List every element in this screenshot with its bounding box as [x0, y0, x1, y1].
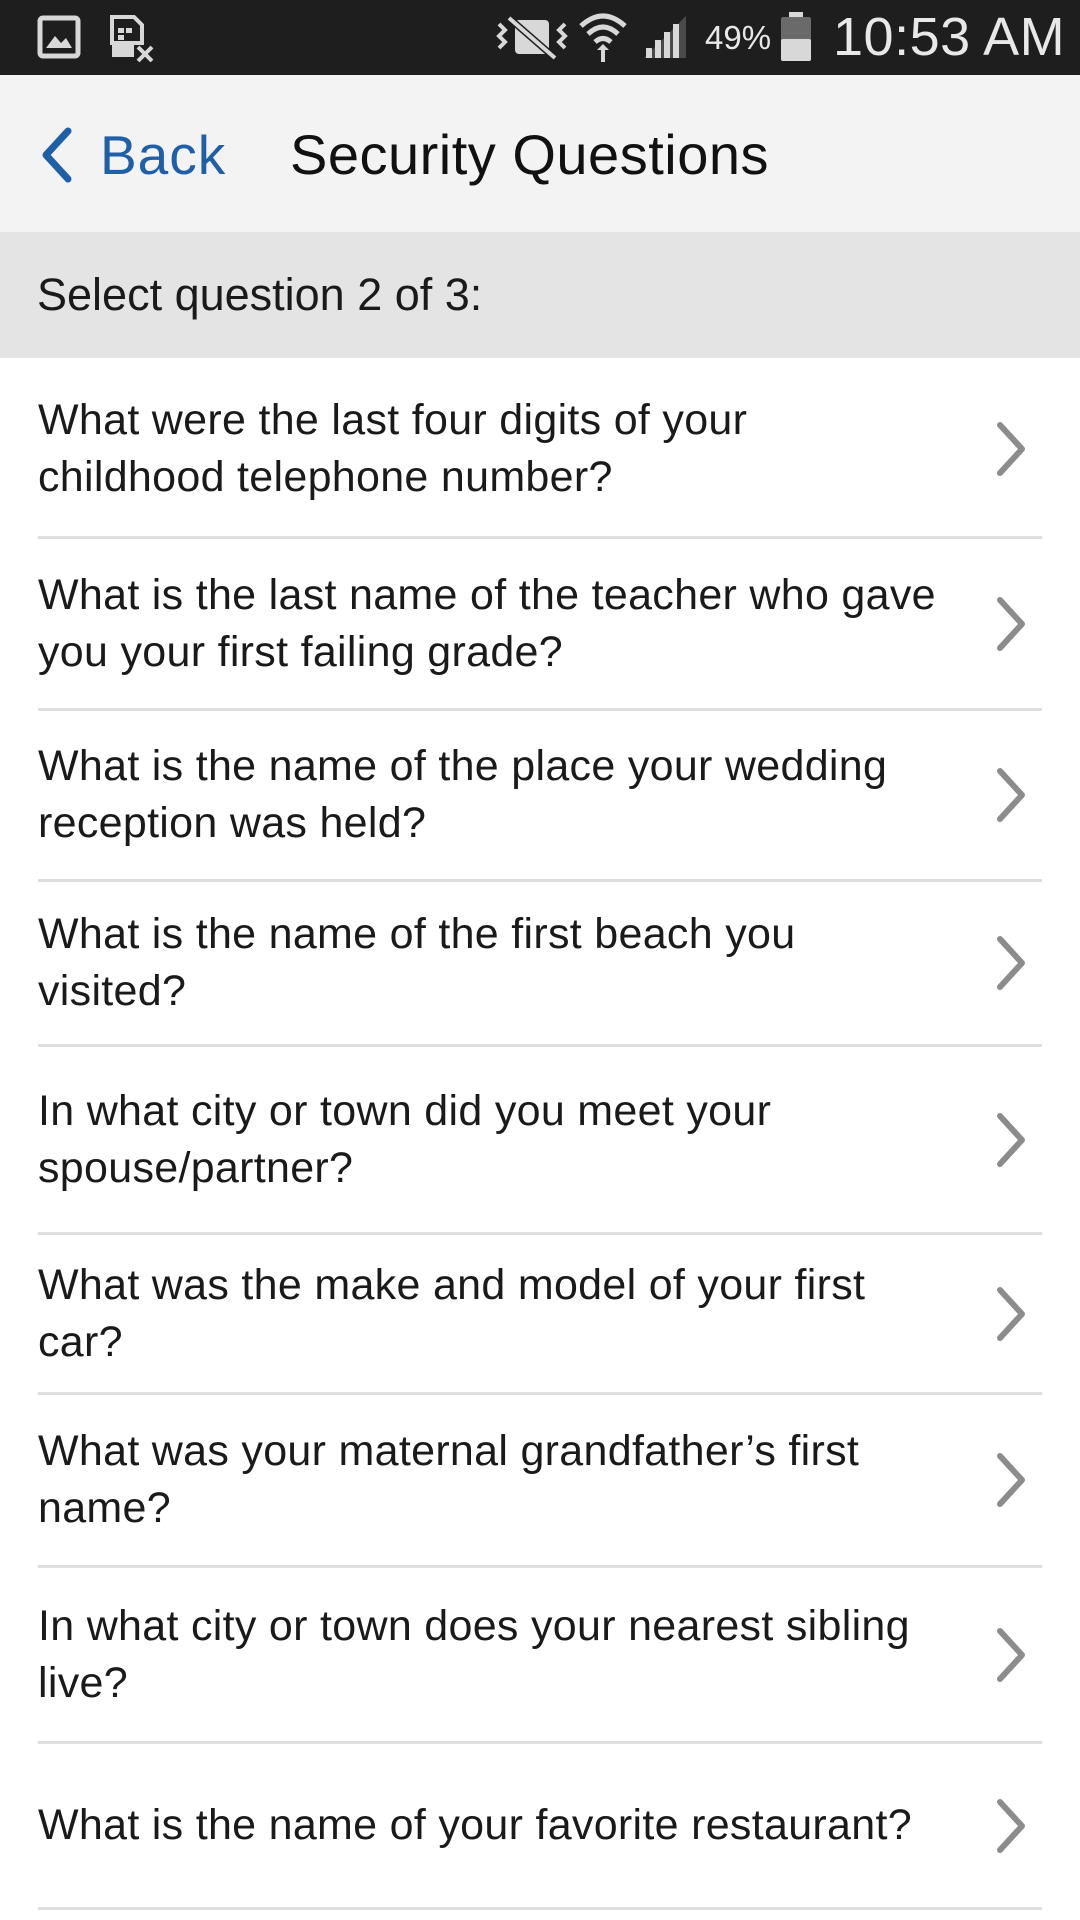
battery-percent: 49% [705, 19, 772, 56]
chevron-right-icon [997, 422, 1025, 476]
chevron-right-icon [997, 1798, 1025, 1853]
question-row[interactable]: What was the make and model of your firs… [38, 1235, 1042, 1395]
question-text: What is the name of your favorite restau… [38, 1801, 912, 1849]
chevron-right-icon [997, 1112, 1025, 1167]
question-text: In what city or town did you meet your s… [38, 1086, 772, 1192]
question-row[interactable]: What was your maternal grandfather’s fir… [38, 1395, 1042, 1568]
question-text: What was the make and model of your firs… [38, 1260, 866, 1366]
chevron-right-icon [997, 1286, 1025, 1341]
question-row[interactable]: In what city or town does your nearest s… [38, 1568, 1042, 1744]
section-header: Select question 2 of 3: [0, 232, 1080, 358]
wifi-icon [579, 13, 627, 62]
question-text: What is the last name of the teacher who… [38, 570, 936, 676]
question-text: What were the last four digits of your c… [38, 396, 748, 501]
chevron-right-icon [997, 596, 1025, 651]
question-list: What were the last four digits of your c… [0, 362, 1080, 1910]
chevron-right-icon [997, 1627, 1025, 1682]
chevron-right-icon [997, 1453, 1025, 1507]
question-row[interactable]: What is the name of the first beach you … [38, 882, 1042, 1047]
signal-icon [644, 16, 686, 58]
status-clock: 10:53 AM [833, 7, 1066, 67]
question-row[interactable]: What were the last four digits of your c… [38, 362, 1042, 539]
navigation-header: Back Security Questions [0, 75, 1080, 232]
battery-icon [781, 12, 811, 61]
question-text: In what city or town does your nearest s… [38, 1601, 910, 1707]
page-title: Security Questions [290, 123, 769, 186]
back-button-label: Back [100, 124, 227, 186]
no-sim-icon [110, 15, 154, 63]
chevron-left-icon [42, 127, 72, 183]
question-text: What is the name of the first beach you … [38, 910, 796, 1015]
back-button[interactable]: Back [36, 115, 226, 195]
chevron-right-icon [997, 936, 1025, 990]
question-row[interactable]: What is the last name of the teacher who… [38, 539, 1042, 711]
question-text: What was your maternal grandfather’s fir… [38, 1427, 860, 1532]
question-row[interactable]: What is the name of your favorite restau… [38, 1744, 1042, 1910]
chevron-right-icon [997, 768, 1025, 822]
question-row[interactable]: In what city or town did you meet your s… [38, 1047, 1042, 1235]
vibrate-icon [496, 15, 568, 60]
gallery-icon [37, 15, 81, 59]
question-text: What is the name of the place your weddi… [38, 742, 888, 847]
status-bar: 49% 10:53 AM [0, 0, 1080, 75]
question-row[interactable]: What is the name of the place your weddi… [38, 711, 1042, 882]
